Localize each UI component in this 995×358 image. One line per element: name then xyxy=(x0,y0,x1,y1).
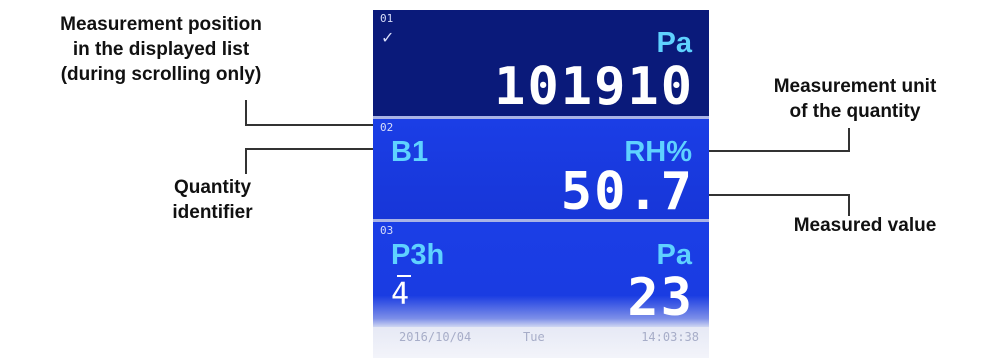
row-identifier: P3h xyxy=(391,239,445,271)
label-line: Measurement unit xyxy=(773,76,937,97)
connector-unit-vertical xyxy=(848,128,850,152)
connector-value-horizontal xyxy=(709,194,849,196)
row-index: 02 xyxy=(380,121,394,134)
label-line: in the displayed list xyxy=(72,39,250,60)
connector-identifier-vertical xyxy=(245,148,247,174)
status-date: 2016/10/04 xyxy=(399,330,472,344)
measurement-row[interactable]: 03 P3h Pa 4 23 xyxy=(373,222,709,328)
status-day: Tue xyxy=(523,330,545,344)
label-measured-value: Measured value xyxy=(793,215,937,236)
connector-position-horizontal xyxy=(245,124,373,126)
status-time: 14:03:38 xyxy=(641,330,699,344)
label-line: identifier xyxy=(172,202,253,223)
label-line: (during scrolling only) xyxy=(60,64,262,85)
label-line: of the quantity xyxy=(789,101,921,122)
row-unit: Pa xyxy=(656,27,692,59)
connector-unit-horizontal xyxy=(709,150,849,152)
row-index: 03 xyxy=(380,224,394,237)
label-line: Measurement position xyxy=(60,14,262,35)
connector-value-vertical xyxy=(848,194,850,216)
check-icon: ✓ xyxy=(381,30,395,47)
device-screen: 01 ✓ Pa 101910 02 B1 RH% 50.7 03 P3h Pa … xyxy=(373,0,709,358)
label-measurement-unit: Measurement unit of the quantity xyxy=(720,74,990,124)
row-value: 50.7 xyxy=(560,162,694,222)
measurement-row[interactable]: 01 ✓ Pa 101910 xyxy=(373,10,709,117)
row-value: 101910 xyxy=(494,57,694,117)
label-quantity-identifier: Quantity identifier xyxy=(110,175,315,225)
connector-position-vertical xyxy=(245,100,247,126)
label-line: Quantity xyxy=(173,177,252,198)
row-subvalue: 4 xyxy=(391,275,412,312)
status-bar: 2016/10/04 Tue 14:03:38 xyxy=(373,327,709,358)
row-value: 23 xyxy=(627,268,694,328)
row-index: 01 xyxy=(380,12,394,25)
row-identifier: B1 xyxy=(391,136,429,168)
label-measurement-position: Measurement position in the displayed li… xyxy=(0,12,322,87)
measurement-row[interactable]: 02 B1 RH% 50.7 xyxy=(373,119,709,222)
connector-identifier-horizontal xyxy=(245,148,383,150)
